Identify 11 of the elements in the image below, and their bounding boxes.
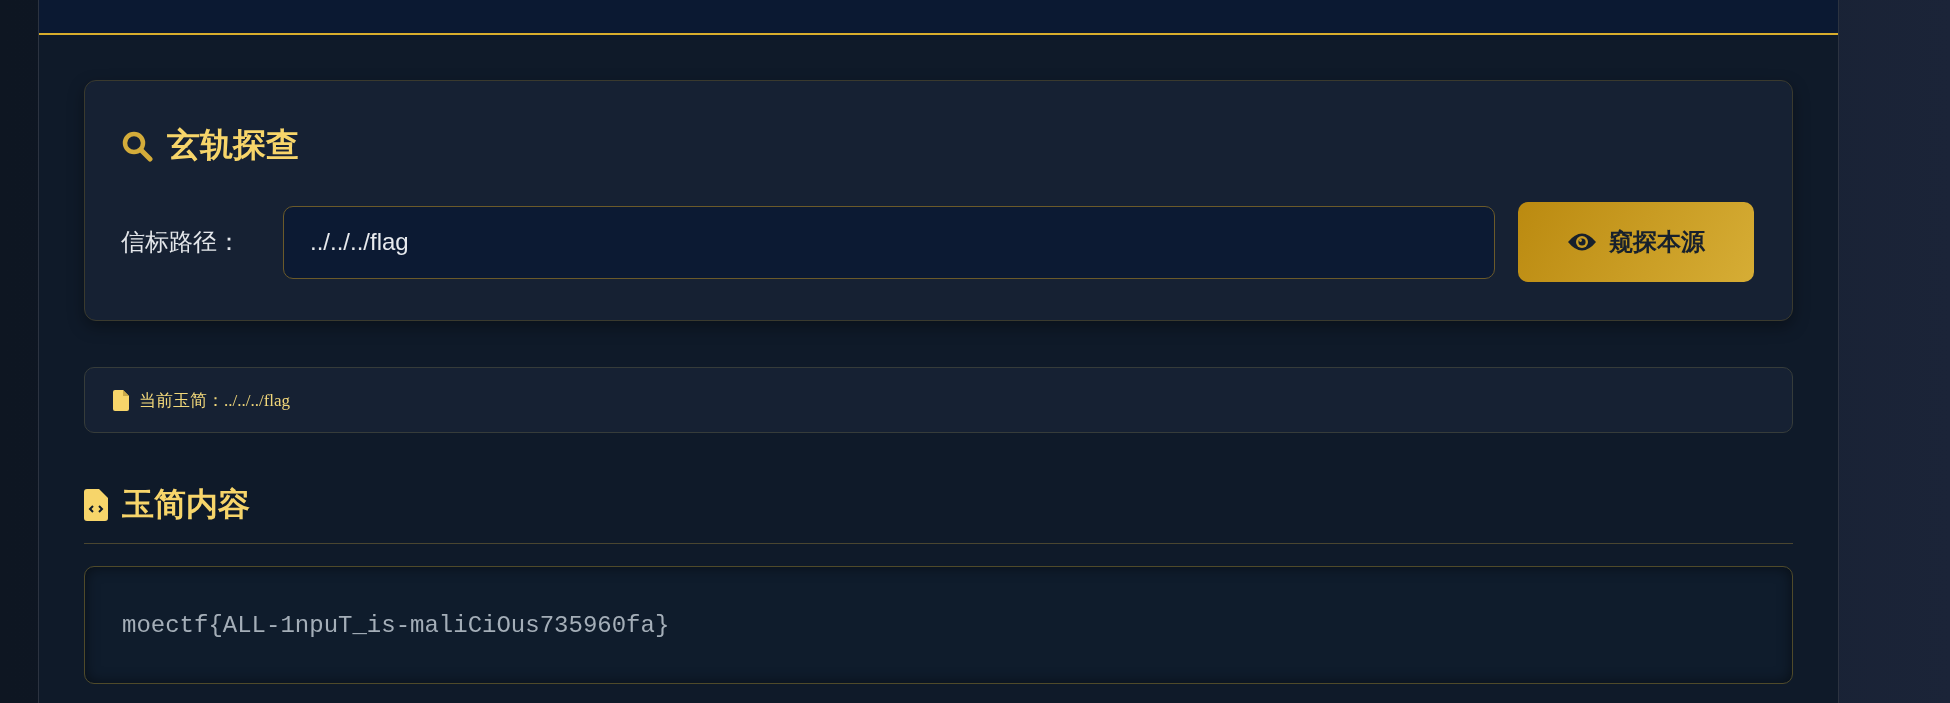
- file-content-block: moectf{ALL-1npuT_is-maliCiOus735960fa}: [84, 566, 1793, 684]
- card-title: 玄轨探查: [167, 125, 299, 165]
- current-file-text: 当前玉简：../../../flag: [139, 389, 291, 412]
- eye-icon: [1567, 231, 1597, 253]
- code-file-icon: [84, 489, 108, 521]
- section-title: 玉简内容: [122, 485, 250, 524]
- view-source-button[interactable]: 窥探本源: [1518, 202, 1754, 282]
- path-input-field[interactable]: ../../../flag: [283, 205, 1495, 279]
- file-icon: [113, 389, 129, 411]
- search-icon: [121, 129, 153, 162]
- field-label: 信标路径：: [121, 227, 242, 257]
